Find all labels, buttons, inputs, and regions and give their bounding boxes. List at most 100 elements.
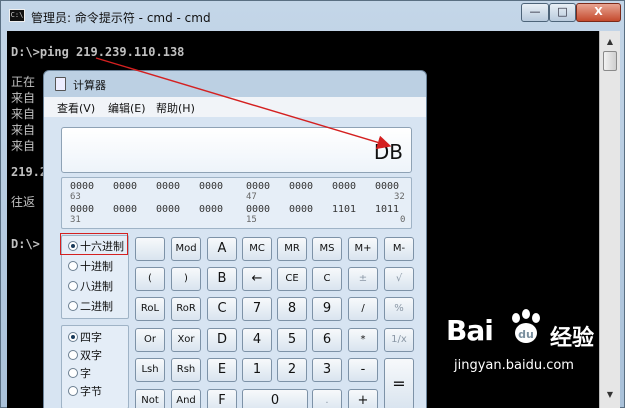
bit-group[interactable]: 0000 xyxy=(375,181,399,192)
multiply-button[interactable]: * xyxy=(348,328,378,352)
cmd-app-icon: C:\ xyxy=(9,9,25,22)
menu-help[interactable]: 帮助(H) xyxy=(156,100,195,116)
radio-octal[interactable]: 八进制 xyxy=(68,279,113,295)
percent-button[interactable]: % xyxy=(384,297,414,321)
hex-e-button[interactable]: E xyxy=(207,358,237,382)
bit-group[interactable]: 0000 xyxy=(199,181,223,192)
maximize-button[interactable]: □ xyxy=(549,3,576,22)
close-paren-button[interactable]: ) xyxy=(171,267,201,291)
ms-button[interactable]: MS xyxy=(312,237,342,261)
bit-position-label: 32 xyxy=(394,192,405,202)
clear-button[interactable]: C xyxy=(312,267,342,291)
watermark-url: jingyan.baidu.com xyxy=(454,358,574,373)
calculator-menubar: 查看(V) 编辑(E) 帮助(H) xyxy=(44,97,426,117)
bit-group[interactable]: 0000 xyxy=(289,181,313,192)
rotate-left-button[interactable]: RoL xyxy=(135,297,165,321)
digit-5-button[interactable]: 5 xyxy=(277,328,307,352)
bit-group[interactable]: 1011 xyxy=(375,204,399,215)
ce-button[interactable]: CE xyxy=(277,267,307,291)
and-button[interactable]: And xyxy=(171,389,201,408)
hex-d-button[interactable]: D xyxy=(207,328,237,352)
reciprocal-button[interactable]: 1/x xyxy=(384,328,414,352)
decimal-button[interactable]: . xyxy=(312,389,342,408)
scroll-up-arrow-icon[interactable]: ▲ xyxy=(602,34,618,50)
console-line: 来自 xyxy=(11,123,36,137)
radio-label: 字 xyxy=(80,367,91,380)
divide-button[interactable]: / xyxy=(348,297,378,321)
bit-group[interactable]: 0000 xyxy=(156,204,180,215)
bit-group[interactable]: 0000 xyxy=(113,181,137,192)
digit-4-button[interactable]: 4 xyxy=(242,328,272,352)
cmd-window-title: 管理员: 命令提示符 - cmd - cmd xyxy=(31,11,211,25)
scroll-down-arrow-icon[interactable]: ▼ xyxy=(602,387,618,403)
console-line: D:\>ping 219.239.110.138 xyxy=(11,45,185,59)
console-line: 往返 xyxy=(11,195,36,209)
equals-button[interactable]: = xyxy=(384,358,414,408)
right-shift-button[interactable]: Rsh xyxy=(171,358,201,382)
digit-0-button[interactable]: 0 xyxy=(242,389,308,408)
calculator-title-bar[interactable]: 计算器 xyxy=(44,71,426,97)
add-button[interactable]: + xyxy=(348,389,378,408)
backspace-button[interactable]: ← xyxy=(242,267,272,291)
bit-group[interactable]: 0000 xyxy=(156,181,180,192)
digit-7-button[interactable]: 7 xyxy=(242,297,272,321)
mod-button[interactable]: Mod xyxy=(171,237,201,261)
digit-2-button[interactable]: 2 xyxy=(277,358,307,382)
minimize-button[interactable]: — xyxy=(521,3,549,22)
bit-group[interactable]: 0000 xyxy=(246,181,270,192)
watermark-jingyan-text: 经验 xyxy=(550,326,595,351)
radio-dword[interactable]: 双字 xyxy=(68,348,102,364)
bit-group[interactable]: 0000 xyxy=(113,204,137,215)
left-shift-button[interactable]: Lsh xyxy=(135,358,165,382)
close-button[interactable]: X xyxy=(576,3,621,22)
digit-8-button[interactable]: 8 xyxy=(277,297,307,321)
hex-a-button[interactable]: A xyxy=(207,237,237,261)
radio-binary[interactable]: 二进制 xyxy=(68,299,113,315)
console-line: 来自 xyxy=(11,107,36,121)
hex-c-button[interactable]: C xyxy=(207,297,237,321)
subtract-button[interactable]: - xyxy=(348,358,378,382)
scroll-thumb[interactable] xyxy=(603,51,617,71)
negate-button[interactable]: ± xyxy=(348,267,378,291)
radio-label: 双字 xyxy=(80,349,102,362)
bit-group[interactable]: 1101 xyxy=(332,204,356,215)
sqrt-button[interactable]: √ xyxy=(384,267,414,291)
or-button[interactable]: Or xyxy=(135,328,165,352)
bit-position-label: 15 xyxy=(246,215,257,225)
baidu-jingyan-watermark: Bai du 经验 jingyan.baidu.com xyxy=(446,306,616,386)
hex-b-button[interactable]: B xyxy=(207,267,237,291)
bit-group[interactable]: 0000 xyxy=(332,181,356,192)
radio-empty-icon xyxy=(68,281,78,291)
m-plus-button[interactable]: M+ xyxy=(348,237,378,261)
rotate-right-button[interactable]: RoR xyxy=(171,297,201,321)
bit-group[interactable]: 0000 xyxy=(289,204,313,215)
mc-button[interactable]: MC xyxy=(242,237,272,261)
open-paren-button[interactable]: ( xyxy=(135,267,165,291)
display-value: DB xyxy=(373,140,403,164)
cmd-title-bar[interactable]: C:\ 管理员: 命令提示符 - cmd - cmd — □ X xyxy=(1,1,624,31)
digit-6-button[interactable]: 6 xyxy=(312,328,342,352)
bit-group[interactable]: 0000 xyxy=(70,204,94,215)
menu-edit[interactable]: 编辑(E) xyxy=(108,100,146,116)
not-button[interactable]: Not xyxy=(135,389,165,408)
bit-group[interactable]: 0000 xyxy=(70,181,94,192)
radio-byte[interactable]: 字节 xyxy=(68,384,102,400)
bit-group[interactable]: 0000 xyxy=(246,204,270,215)
m-minus-button[interactable]: M- xyxy=(384,237,414,261)
xor-button[interactable]: Xor xyxy=(171,328,201,352)
hex-f-button[interactable]: F xyxy=(207,389,237,408)
digit-1-button[interactable]: 1 xyxy=(242,358,272,382)
bit-group[interactable]: 0000 xyxy=(199,204,223,215)
radio-decimal[interactable]: 十进制 xyxy=(68,259,113,275)
paw-icon: du xyxy=(512,309,540,343)
digit-3-button[interactable]: 3 xyxy=(312,358,342,382)
console-line: 219.2 xyxy=(11,165,48,179)
radio-label: 四字 xyxy=(80,331,102,344)
baidu-logo-text: Bai xyxy=(446,314,494,347)
radio-qword[interactable]: 四字 xyxy=(68,330,102,346)
digit-9-button[interactable]: 9 xyxy=(312,297,342,321)
radio-word[interactable]: 字 xyxy=(68,366,91,382)
radio-selected-icon xyxy=(68,332,78,342)
menu-view[interactable]: 查看(V) xyxy=(57,100,95,116)
mr-button[interactable]: MR xyxy=(277,237,307,261)
